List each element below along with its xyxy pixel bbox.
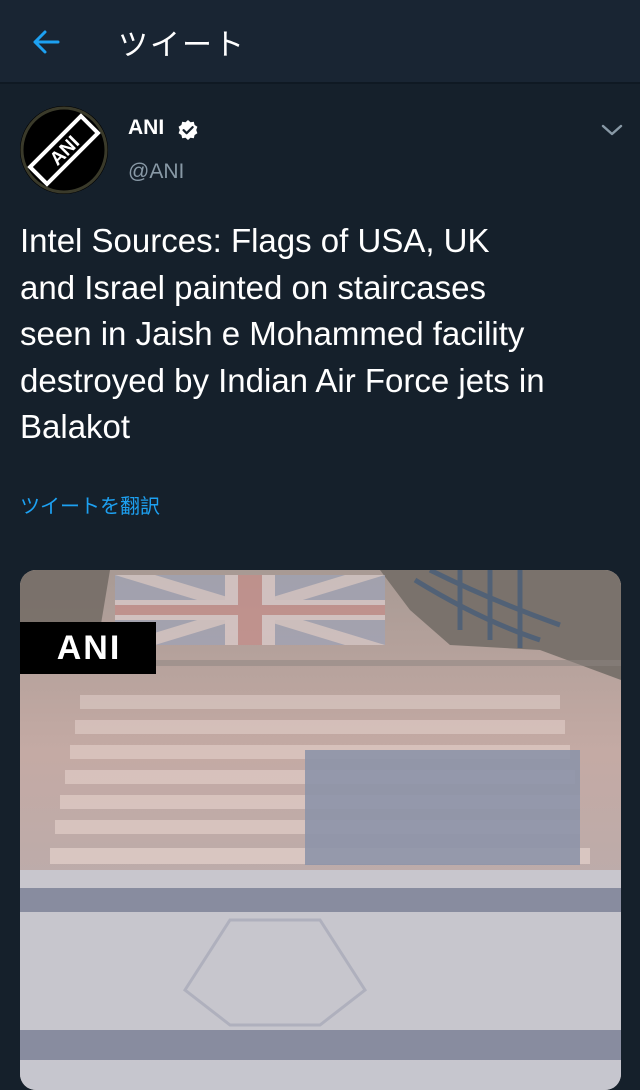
media-watermark: ANI bbox=[56, 629, 122, 667]
tweet-text: Intel Sources: Flags of USA, UK and Isra… bbox=[20, 222, 545, 445]
author-handle[interactable]: @ANI bbox=[128, 160, 184, 184]
page-title: ツイート bbox=[118, 28, 246, 63]
arrow-left-icon bbox=[33, 30, 60, 54]
ani-logo: ANI bbox=[20, 106, 108, 194]
translate-tweet-link[interactable]: ツイートを翻訳 bbox=[20, 490, 160, 519]
verified-badge-icon bbox=[178, 120, 198, 140]
tweet-media-image[interactable]: ANI bbox=[20, 570, 621, 1090]
top-app-bar: ツイート bbox=[0, 0, 640, 84]
avatar[interactable]: ANI bbox=[20, 106, 108, 194]
author-name[interactable]: ANI bbox=[128, 116, 164, 140]
back-button[interactable] bbox=[24, 22, 68, 62]
chevron-down-icon[interactable] bbox=[598, 118, 626, 142]
